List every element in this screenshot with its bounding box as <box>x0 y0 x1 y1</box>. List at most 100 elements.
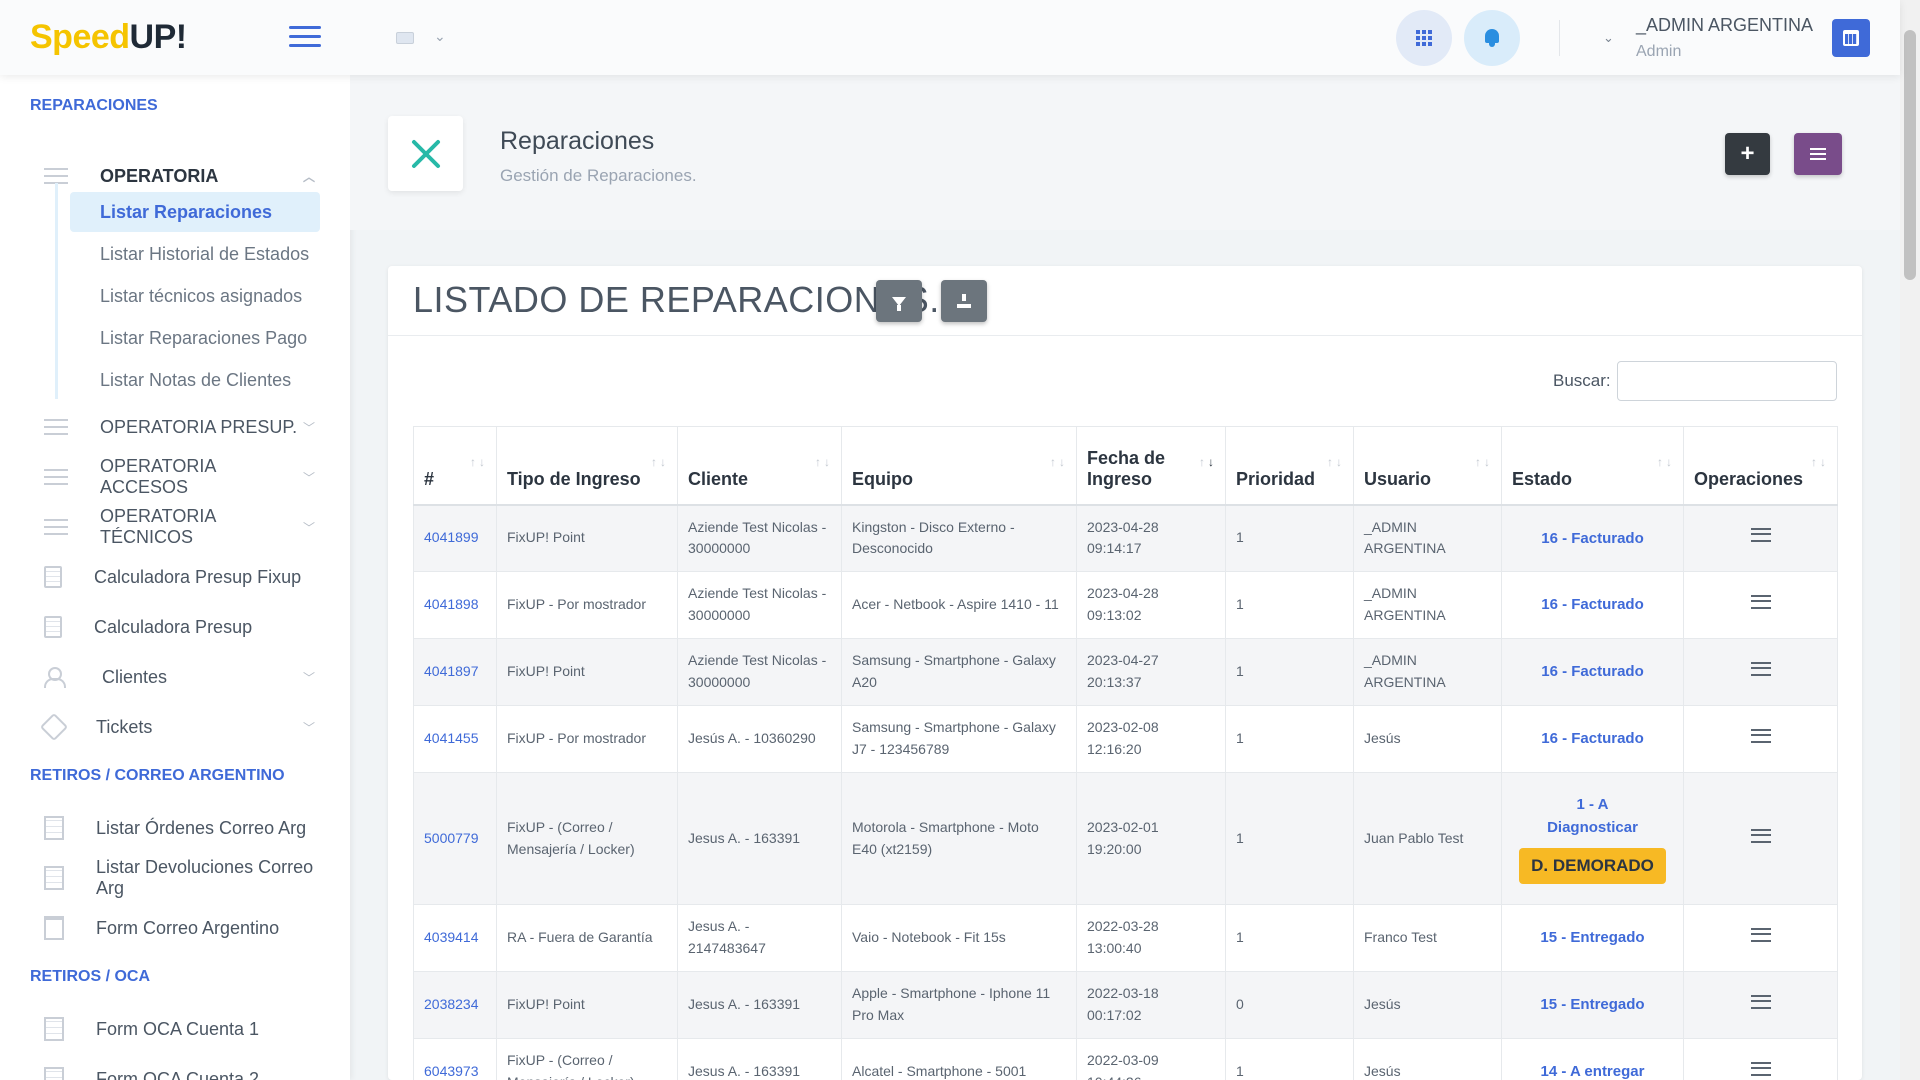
row-estado[interactable]: 15 - Entregado <box>1501 971 1684 1039</box>
app-logo[interactable]: SpeedUP! <box>30 18 187 57</box>
menu-icon[interactable] <box>1750 662 1771 677</box>
filter-icon <box>892 296 906 311</box>
col-header-prioridad[interactable]: Prioridad ↑↓ <box>1225 426 1354 506</box>
sidebar-item-operatoria-tecnicos[interactable]: OPERATORIA TÉCNICOS ﹀ <box>30 506 315 547</box>
col-header-cliente[interactable]: Cliente ↑↓ <box>677 426 842 506</box>
row-estado-text[interactable]: 1 - A Diagnosticar <box>1512 793 1673 840</box>
col-header-equipo[interactable]: Equipo ↑↓ <box>841 426 1077 506</box>
menu-icon[interactable] <box>1750 828 1771 843</box>
menu-icon[interactable] <box>1750 595 1771 610</box>
menu-icon[interactable] <box>1750 729 1771 744</box>
row-id-link[interactable]: 4041899 <box>413 504 497 572</box>
row-estado[interactable]: 16 - Facturado <box>1501 504 1684 572</box>
sidebar-item-operatoria-presup[interactable]: OPERATORIA PRESUP. ﹀ <box>30 407 315 447</box>
row-cliente: Aziende Test Nicolas - 30000000 <box>677 571 842 639</box>
sidebar-item-notas-clientes[interactable]: Listar Notas de Clientes <box>70 360 320 400</box>
sidebar-item-form-oca-1[interactable]: Form OCA Cuenta 1 <box>30 1009 315 1049</box>
row-estado[interactable]: 15 - Entregado <box>1501 904 1684 972</box>
table-row: 4041899 FixUP! Point Aziende Test Nicola… <box>413 504 1838 572</box>
row-fecha: 2022-03-09 10:44:26 <box>1076 1038 1226 1080</box>
row-id-link[interactable]: 5000779 <box>413 772 497 905</box>
sidebar-item-listar-reparaciones[interactable]: Listar Reparaciones <box>70 192 320 232</box>
row-cliente: Jesus A. - 163391 <box>677 772 842 905</box>
hamburger-menu-icon[interactable] <box>289 26 321 48</box>
sidebar-item-form-correo[interactable]: Form Correo Argentino <box>30 908 315 948</box>
calendar-button[interactable] <box>1832 19 1870 57</box>
row-estado[interactable]: 16 - Facturado <box>1501 638 1684 706</box>
row-tipo: RA - Fuera de Garantía <box>496 904 678 972</box>
sidebar-item-ordenes-correo[interactable]: Listar Órdenes Correo Arg <box>30 808 315 848</box>
row-fecha: 2022-03-18 00:17:02 <box>1076 971 1226 1039</box>
col-header-tipo[interactable]: Tipo de Ingreso ↑↓ <box>496 426 678 506</box>
top-header: SpeedUP! ⌄ ⌄ _ADMIN ARGENTINA Admin <box>0 0 1900 75</box>
table-row: 4041455 FixUP - Por mostrador Jesús A. -… <box>413 705 1838 773</box>
row-prioridad: 1 <box>1225 638 1354 706</box>
sidebar-item-reparaciones-pago[interactable]: Listar Reparaciones Pago <box>70 318 320 358</box>
row-fecha: 2023-02-01 19:20:00 <box>1076 772 1226 905</box>
sidebar-item-tickets[interactable]: Tickets ﹀ <box>30 707 315 747</box>
sidebar-item-tecnicos-asignados[interactable]: Listar técnicos asignados <box>70 276 320 316</box>
col-header-id[interactable]: # ↑↓ <box>413 426 497 506</box>
row-equipo: Acer - Netbook - Aspire 1410 - 11 <box>841 571 1077 639</box>
row-estado[interactable]: 1 - A Diagnosticar D. DEMORADO <box>1501 772 1684 905</box>
row-id-link[interactable]: 2038234 <box>413 971 497 1039</box>
row-id-link[interactable]: 6043973 <box>413 1038 497 1080</box>
chevron-down-icon: ﹀ <box>302 520 315 535</box>
document-icon <box>44 1067 64 1080</box>
row-estado[interactable]: 14 - A entregar <box>1501 1038 1684 1080</box>
col-header-fecha[interactable]: Fecha de Ingreso ↑↓ <box>1076 426 1226 506</box>
row-id-link[interactable]: 4041898 <box>413 571 497 639</box>
menu-icon[interactable] <box>1750 528 1771 543</box>
list-view-button[interactable] <box>1794 133 1842 175</box>
row-usuario: Juan Pablo Test <box>1353 772 1502 905</box>
row-equipo: Kingston - Disco Externo - Desconocido <box>841 504 1077 572</box>
row-operaciones[interactable] <box>1683 1038 1838 1080</box>
bell-icon <box>1484 29 1500 47</box>
menu-icon[interactable] <box>1750 1062 1771 1077</box>
download-button[interactable] <box>941 280 987 322</box>
col-header-operaciones[interactable]: Operaciones ↑↓ <box>1683 426 1838 506</box>
scrollbar-thumb[interactable] <box>1904 30 1916 280</box>
user-name[interactable]: _ADMIN ARGENTINA <box>1636 15 1813 36</box>
row-equipo: Samsung - Smartphone - Galaxy A20 <box>841 638 1077 706</box>
row-id-link[interactable]: 4041897 <box>413 638 497 706</box>
sort-icon: ↑↓ <box>1050 455 1068 469</box>
col-header-usuario[interactable]: Usuario ↑↓ <box>1353 426 1502 506</box>
row-id-link[interactable]: 4041455 <box>413 705 497 773</box>
sidebar-item-clientes[interactable]: Clientes ﹀ <box>30 657 315 697</box>
sidebar-item-operatoria[interactable]: OPERATORIA ︿ <box>30 156 315 196</box>
notifications-button[interactable] <box>1464 10 1520 66</box>
row-fecha: 2023-04-28 09:13:02 <box>1076 571 1226 639</box>
row-id-link[interactable]: 4039414 <box>413 904 497 972</box>
col-header-estado[interactable]: Estado ↑↓ <box>1501 426 1684 506</box>
sort-icon: ↑↓ <box>1475 455 1493 469</box>
page-scrollbar[interactable] <box>1900 0 1920 1080</box>
menu-icon[interactable] <box>1750 995 1771 1010</box>
sidebar-item-historial-estados[interactable]: Listar Historial de Estados <box>70 234 320 274</box>
sidebar-item-operatoria-accesos[interactable]: OPERATORIA ACCESOS ﹀ <box>30 456 315 497</box>
row-operaciones[interactable] <box>1683 638 1838 706</box>
sidebar-item-calculadora[interactable]: Calculadora Presup <box>30 607 315 647</box>
add-reparacion-button[interactable]: + <box>1725 133 1770 175</box>
sidebar-item-devoluciones-correo[interactable]: Listar Devoluciones Correo Arg <box>30 857 315 898</box>
row-cliente: Aziende Test Nicolas - 30000000 <box>677 504 842 572</box>
row-estado[interactable]: 16 - Facturado <box>1501 705 1684 773</box>
user-role: Admin <box>1636 43 1682 60</box>
menu-icon[interactable] <box>1750 928 1771 943</box>
row-operaciones[interactable] <box>1683 971 1838 1039</box>
row-estado[interactable]: 16 - Facturado <box>1501 571 1684 639</box>
apps-grid-button[interactable] <box>1396 10 1452 66</box>
sidebar-item-form-oca-2[interactable]: Form OCA Cuenta 2 <box>30 1059 315 1080</box>
row-operaciones[interactable] <box>1683 772 1838 905</box>
chevron-down-icon[interactable]: ⌄ <box>434 28 446 45</box>
row-operaciones[interactable] <box>1683 904 1838 972</box>
row-operaciones[interactable] <box>1683 571 1838 639</box>
table-row: 4041898 FixUP - Por mostrador Aziende Te… <box>413 571 1838 639</box>
search-input[interactable] <box>1617 361 1837 401</box>
sidebar-item-calculadora-fixup[interactable]: Calculadora Presup Fixup <box>30 557 315 597</box>
language-flag-icon[interactable] <box>396 32 414 44</box>
user-menu-chevron-icon[interactable]: ⌄ <box>1603 30 1614 46</box>
row-operaciones[interactable] <box>1683 705 1838 773</box>
row-operaciones[interactable] <box>1683 504 1838 572</box>
filter-button[interactable] <box>876 280 922 322</box>
